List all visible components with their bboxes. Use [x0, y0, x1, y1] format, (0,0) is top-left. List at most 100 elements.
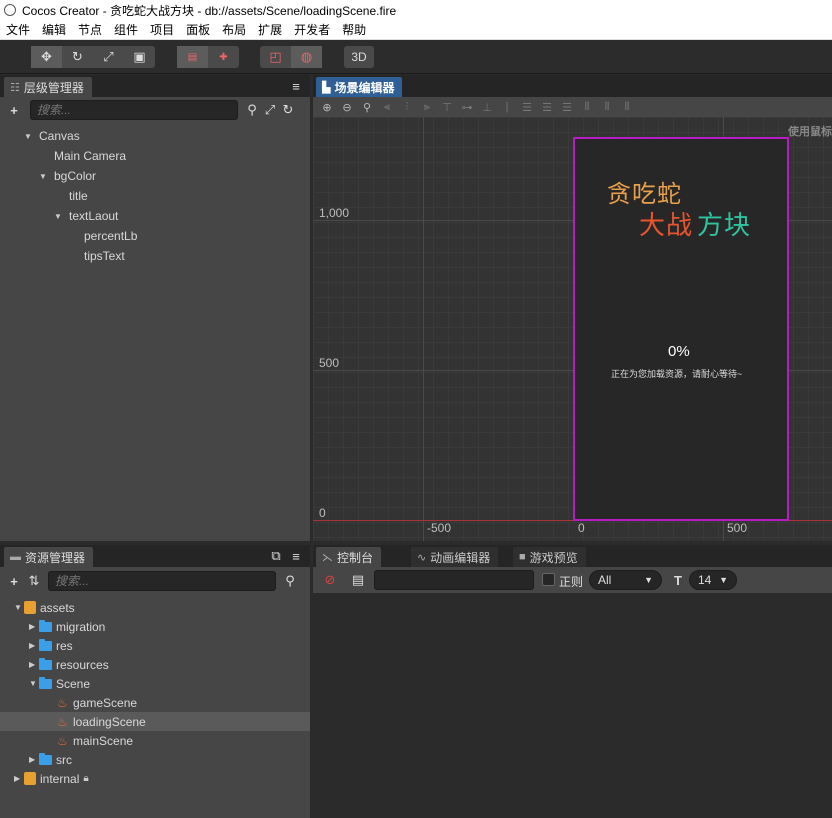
search-icon[interactable]: ⚲ — [282, 573, 298, 589]
menu-component[interactable]: 组件 — [108, 21, 144, 38]
regex-checkbox[interactable] — [542, 573, 555, 586]
tree-node-title[interactable]: title — [69, 186, 88, 206]
asset-scene-loadingscene[interactable]: ♨ loadingScene — [0, 712, 310, 731]
tab-hierarchy[interactable]: ☷ 层级管理器 — [4, 77, 92, 97]
asset-scene-mainscene[interactable]: ♨ mainScene — [0, 731, 310, 750]
asset-db-assets[interactable]: ▼ assets — [0, 598, 310, 617]
open-log-icon[interactable]: ▤ — [350, 572, 366, 588]
tab-scene-editor[interactable]: ▙ 场景编辑器 — [316, 77, 403, 97]
mode-3d-button[interactable]: 3D — [344, 46, 374, 68]
expand-arrow-icon[interactable]: ▼ — [29, 679, 39, 688]
distribute-bottom-icon[interactable]: ☰ — [557, 101, 577, 114]
tree-node-tipstext[interactable]: tipsText — [84, 246, 125, 266]
tab-game-preview[interactable]: ■ 游戏预览 — [513, 547, 586, 567]
scene-toolbar: ⊕ ⊖ ⚲ ⫷ ⫶ ⫸ ⊤ ⊶ ⊥ | ☰ ☰ ☰ ⫴ ⫴ ⫴ — [313, 97, 832, 117]
game-title-line2a[interactable]: 大战 — [639, 205, 693, 242]
asset-folder-migration[interactable]: ▶ migration — [0, 617, 310, 636]
add-node-icon[interactable]: + — [6, 102, 22, 118]
pivot-icon[interactable]: ▤ — [177, 46, 208, 68]
rect-tool-icon[interactable]: ▣ — [124, 46, 155, 68]
tips-label[interactable]: 正在为您加载资源，请耐心等待~ — [611, 367, 742, 380]
tree-node-canvas[interactable]: ▼ Canvas — [24, 126, 80, 146]
clear-icon[interactable]: ⊘ — [322, 572, 338, 588]
percent-label[interactable]: 0% — [668, 343, 690, 360]
browser-preview-icon[interactable]: ◍ — [291, 46, 322, 68]
align-top-icon[interactable]: ⊤ — [437, 101, 457, 114]
expand-arrow-icon[interactable]: ▼ — [54, 212, 64, 221]
sort-icon[interactable]: ⇅ — [26, 573, 42, 589]
scene-tabbar: ▙ 场景编辑器 — [313, 75, 832, 97]
font-size-select[interactable]: 14 ▼ — [689, 570, 737, 590]
refresh-icon[interactable]: ↻ — [280, 102, 296, 118]
rotate-tool-icon[interactable]: ↻ — [62, 46, 93, 68]
asset-scene-gamescene[interactable]: ♨ gameScene — [0, 693, 310, 712]
expand-arrow-icon[interactable]: ▶ — [29, 660, 39, 669]
distribute-top-icon[interactable]: ☰ — [517, 101, 537, 114]
log-level-select[interactable]: All ▼ — [589, 570, 662, 590]
local-icon[interactable]: ✚ — [208, 46, 239, 68]
asset-folder-src[interactable]: ▶ src — [0, 750, 310, 769]
zoom-out-icon[interactable]: ⊖ — [337, 101, 357, 114]
tree-node-main-camera[interactable]: Main Camera — [54, 146, 126, 166]
asset-folder-resources[interactable]: ▶ resources — [0, 655, 310, 674]
search-icon[interactable]: ⚲ — [244, 102, 260, 118]
scale-tool-icon[interactable]: ⤢ — [93, 46, 124, 68]
menu-edit[interactable]: 编辑 — [36, 21, 72, 38]
expand-arrow-icon[interactable]: ▶ — [29, 622, 39, 631]
tree-node-bgcolor[interactable]: ▼ bgColor — [39, 166, 96, 186]
menu-panel[interactable]: 面板 — [180, 21, 216, 38]
distribute-left-icon[interactable]: ⫴ — [577, 101, 597, 114]
asset-folder-res[interactable]: ▶ res — [0, 636, 310, 655]
menu-node[interactable]: 节点 — [72, 21, 108, 38]
menu-bar: 文件 编辑 节点 组件 项目 面板 布局 扩展 开发者 帮助 — [0, 20, 832, 40]
expand-arrow-icon[interactable]: ▶ — [14, 774, 24, 783]
folder-icon: ▬ — [10, 551, 21, 563]
expand-arrow-icon[interactable]: ▼ — [24, 132, 34, 141]
device-preview-icon[interactable]: ◰ — [260, 46, 291, 68]
folder-icon — [39, 657, 52, 670]
tab-animation-editor[interactable]: ∿ 动画编辑器 — [411, 547, 499, 567]
asset-label: gameScene — [73, 695, 138, 710]
distribute-middle-icon[interactable]: ☰ — [537, 101, 557, 114]
align-right-icon[interactable]: ⫸ — [417, 101, 437, 114]
expand-arrow-icon[interactable]: ▼ — [39, 172, 49, 181]
game-title-line1[interactable]: 贪吃蛇 — [607, 174, 682, 209]
zoom-in-icon[interactable]: ⊕ — [317, 101, 337, 114]
menu-developer[interactable]: 开发者 — [288, 21, 336, 38]
expand-arrow-icon[interactable]: ▶ — [29, 755, 39, 764]
expand-arrow-icon[interactable]: ▶ — [29, 641, 39, 650]
expand-all-icon[interactable]: ⤢ — [262, 102, 278, 118]
asset-folder-scene[interactable]: ▼ Scene — [0, 674, 310, 693]
tree-node-textlaout[interactable]: ▼ textLaout — [54, 206, 118, 226]
align-center-h-icon[interactable]: ⫶ — [397, 101, 417, 114]
move-tool-icon[interactable]: ✥ — [31, 46, 62, 68]
align-left-icon[interactable]: ⫷ — [377, 101, 397, 114]
hierarchy-search-input[interactable] — [30, 100, 238, 120]
menu-file[interactable]: 文件 — [0, 21, 36, 38]
assets-search-input[interactable] — [48, 571, 276, 591]
distribute-center-icon[interactable]: ⫴ — [597, 101, 617, 114]
tree-node-percentlb[interactable]: percentLb — [84, 226, 137, 246]
panel-menu-icon[interactable]: ≡ — [288, 78, 304, 94]
popout-icon[interactable]: ⧉ — [268, 548, 284, 564]
align-middle-v-icon[interactable]: ⊶ — [457, 101, 477, 114]
zoom-reset-icon[interactable]: ⚲ — [357, 101, 377, 114]
tab-assets[interactable]: ▬ 资源管理器 — [4, 547, 94, 567]
add-asset-icon[interactable]: + — [6, 573, 22, 589]
menu-layout[interactable]: 布局 — [216, 21, 252, 38]
menu-extension[interactable]: 扩展 — [252, 21, 288, 38]
console-tabbar: ⋋ 控制台 ∿ 动画编辑器 ■ 游戏预览 — [313, 545, 832, 567]
tab-console[interactable]: ⋋ 控制台 — [316, 547, 382, 567]
game-title-line2b[interactable]: 方块 — [697, 205, 751, 242]
menu-help[interactable]: 帮助 — [336, 21, 372, 38]
database-icon — [24, 772, 36, 785]
scene-canvas[interactable]: 1,000 500 0 -500 0 500 使用鼠标 贪吃蛇 大战 方块 0%… — [313, 117, 832, 541]
menu-project[interactable]: 项目 — [144, 21, 180, 38]
distribute-right-icon[interactable]: ⫴ — [617, 101, 637, 114]
asset-db-internal[interactable]: ▶ internal 🔒︎ — [0, 769, 310, 788]
expand-arrow-icon[interactable]: ▼ — [14, 603, 24, 612]
tree-node-label: Main Camera — [54, 149, 127, 163]
console-filter-input[interactable] — [374, 570, 534, 590]
align-bottom-icon[interactable]: ⊥ — [477, 101, 497, 114]
panel-menu-icon[interactable]: ≡ — [288, 548, 304, 564]
